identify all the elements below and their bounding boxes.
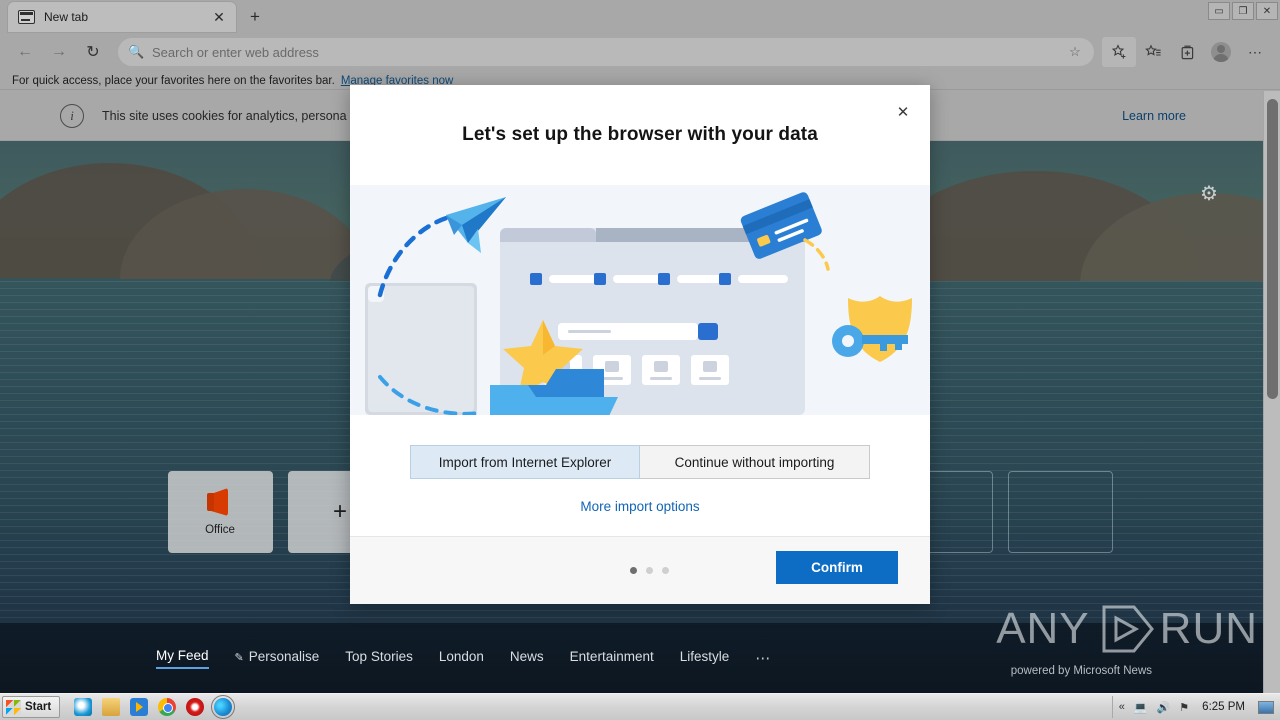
setup-dialog: Let's set up the browser with your data …: [350, 85, 930, 604]
page-dot[interactable]: [646, 567, 653, 574]
start-label: Start: [25, 701, 52, 713]
continue-without-importing-button[interactable]: Continue without importing: [640, 445, 870, 479]
media-player-icon[interactable]: [130, 698, 149, 716]
quick-launch-bar: [74, 695, 236, 719]
import-from-ie-button[interactable]: Import from Internet Explorer: [410, 445, 640, 479]
setup-data-illustration: [350, 185, 930, 415]
dialog-overlay: Let's set up the browser with your data …: [0, 0, 1280, 693]
show-desktop-icon[interactable]: [1258, 700, 1274, 714]
import-choice-group: Import from Internet Explorer Continue w…: [410, 445, 870, 479]
dialog-header: Let's set up the browser with your data …: [350, 85, 930, 185]
paper-plane: [446, 197, 506, 253]
internet-explorer-icon[interactable]: [74, 698, 93, 716]
screen: New tab ✕ + ▭ ❐ ✕ ← → ↻ 🔍 Search or ente…: [0, 0, 1280, 720]
start-button[interactable]: Start: [2, 696, 61, 718]
volume-icon[interactable]: 🔊: [1157, 701, 1171, 714]
shield-key: [832, 296, 912, 362]
page-dot[interactable]: [630, 567, 637, 574]
page-indicator-dots: [630, 567, 669, 574]
folder-icon[interactable]: [102, 698, 121, 716]
tray-overflow-icon[interactable]: «: [1119, 701, 1125, 713]
dialog-body: Import from Internet Explorer Continue w…: [350, 415, 930, 536]
taskbar: Start « 💻 🔊 ⚑ 6:25 PM: [0, 693, 1280, 720]
system-tray: « 💻 🔊 ⚑ 6:25 PM: [1111, 696, 1280, 718]
windows-logo-icon: [6, 699, 21, 715]
close-icon[interactable]: ✕: [888, 97, 918, 127]
chrome-icon[interactable]: [158, 698, 177, 716]
dialog-footer: Confirm: [350, 536, 930, 604]
dialog-title: Let's set up the browser with your data: [462, 124, 818, 145]
clock[interactable]: 6:25 PM: [1202, 701, 1245, 713]
more-import-options-link[interactable]: More import options: [580, 499, 699, 514]
network-icon[interactable]: 💻: [1134, 701, 1148, 714]
edge-icon[interactable]: [211, 695, 236, 719]
confirm-button[interactable]: Confirm: [776, 551, 898, 584]
page-dot[interactable]: [662, 567, 669, 574]
opera-icon[interactable]: [186, 698, 205, 716]
flag-icon[interactable]: ⚑: [1179, 701, 1189, 714]
illustration-svg: [365, 192, 912, 415]
